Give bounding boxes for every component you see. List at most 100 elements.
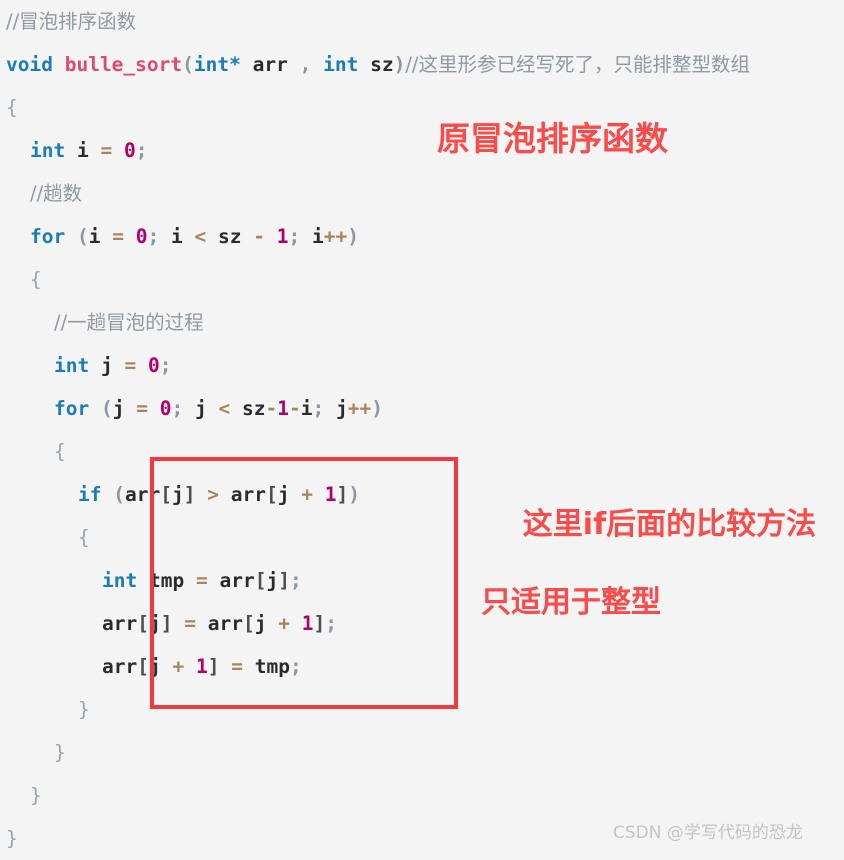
code-token-id: arr	[219, 569, 255, 592]
code-token-kw: int	[30, 139, 66, 162]
code-token-op: =	[184, 612, 196, 635]
annotation-if-comparison-line2: 只适用于整型	[481, 585, 661, 620]
code-token-id	[196, 612, 208, 635]
code-token-id	[300, 225, 312, 248]
code-token-brk: [	[137, 612, 149, 635]
code-token-pun: ;	[289, 569, 302, 592]
code-token-id	[112, 139, 124, 162]
code-token-id	[241, 225, 253, 248]
code-line: //趟数	[0, 172, 844, 215]
code-token-id: arr	[102, 612, 138, 635]
code-token-op: =	[100, 139, 113, 162]
code-token-num: 1	[301, 612, 314, 635]
code-token-kw: for	[30, 225, 66, 248]
code-token-pun: ;	[289, 655, 302, 678]
code-token-kw: int	[323, 53, 359, 76]
code-token-id	[206, 225, 218, 248]
code-line: for (i = 0; i < sz - 1; i++)	[0, 215, 844, 258]
code-token-id	[313, 483, 325, 506]
code-token-brace: }	[54, 741, 66, 764]
code-token-op: =	[124, 354, 137, 377]
code-token-id	[113, 354, 125, 377]
code-token-id: j	[194, 397, 207, 420]
code-token-id: i	[76, 139, 89, 162]
code-token-id	[100, 225, 112, 248]
code-token-pun: )	[371, 397, 383, 420]
code-token-pun: ;	[135, 139, 148, 162]
code-token-kw: *	[229, 53, 241, 76]
code-line: void bulle_sort(int* arr , int sz)//这里形参…	[0, 43, 844, 86]
code-token-id	[290, 612, 302, 635]
code-token-id	[136, 354, 148, 377]
code-token-id	[101, 483, 113, 506]
code-token-id: j	[112, 397, 125, 420]
code-token-id: sz	[370, 53, 394, 76]
code-token-id: j	[148, 612, 161, 635]
code-token-id: j	[148, 655, 161, 678]
code-token-brk: [	[254, 569, 267, 592]
code-token-num: 0	[123, 139, 136, 162]
code-token-id	[53, 53, 65, 76]
code-token-id	[324, 397, 336, 420]
code-token-cmt: //冒泡排序函数	[6, 10, 137, 33]
code-token-kw: if	[78, 483, 102, 506]
code-token-pun: (	[76, 225, 89, 248]
code-token-op: =	[136, 397, 148, 420]
code-token-brk: [	[242, 612, 255, 635]
code-token-id: i	[88, 225, 101, 248]
code-token-id: j	[266, 569, 279, 592]
code-token-id: arr	[124, 483, 161, 506]
code-token-id	[184, 655, 196, 678]
code-token-id	[230, 397, 242, 420]
code-token-brk: ]	[313, 612, 326, 635]
code-token-id	[89, 139, 101, 162]
csdn-watermark: CSDN @学写代码的恐龙	[613, 823, 803, 843]
code-token-pun: (	[113, 483, 125, 506]
code-token-op: ++	[323, 225, 348, 248]
code-line: }	[0, 731, 844, 774]
code-token-id: i	[311, 225, 324, 248]
code-token-brace: }	[78, 698, 90, 721]
code-token-id	[311, 53, 323, 76]
code-token-brace: {	[78, 526, 90, 549]
code-token-kw: int	[193, 53, 230, 76]
code-token-op: +	[278, 612, 290, 635]
code-token-id	[208, 569, 220, 592]
code-token-op: =	[195, 569, 208, 592]
code-token-brk: ]	[160, 612, 173, 635]
code-token-id: i	[300, 397, 313, 420]
code-token-op: -	[288, 397, 301, 420]
code-token-pun: ;	[147, 225, 160, 248]
screenshot-root: //冒泡排序函数 void bulle_sort(int* arr , int s…	[0, 0, 844, 851]
code-token-num: 0	[135, 225, 148, 248]
code-line: int j = 0;	[0, 344, 844, 387]
code-token-id: j	[277, 483, 290, 506]
code-token-pun: ,	[299, 53, 312, 76]
code-line: {	[0, 86, 844, 129]
code-block: //冒泡排序函数 void bulle_sort(int* arr , int s…	[0, 0, 844, 860]
code-token-pun: ;	[288, 225, 301, 248]
code-token-kw: void	[6, 53, 53, 76]
code-token-id: j	[254, 612, 267, 635]
code-token-id	[288, 53, 300, 76]
code-token-brk: [	[160, 483, 172, 506]
code-token-brk: ]	[278, 569, 290, 592]
code-token-id	[207, 397, 219, 420]
code-token-id: sz	[217, 225, 242, 248]
code-token-pun: ;	[325, 612, 337, 635]
code-token-op: +	[301, 483, 313, 506]
code-line: for (j = 0; j < sz-1-i; j++)	[0, 387, 844, 430]
code-token-id	[184, 569, 196, 592]
code-token-id: tmp	[148, 569, 185, 592]
code-line: {	[0, 258, 844, 301]
code-token-brk: ]	[183, 483, 196, 506]
code-line: }	[0, 774, 844, 817]
code-token-pun: )	[347, 225, 359, 248]
code-token-id	[219, 655, 231, 678]
code-token-op: >	[207, 483, 219, 506]
code-token-id	[65, 225, 77, 248]
code-token-op: ++	[347, 397, 372, 420]
code-token-id: arr	[230, 483, 266, 506]
code-token-brace: }	[30, 784, 42, 807]
code-token-pun: (	[100, 397, 113, 420]
